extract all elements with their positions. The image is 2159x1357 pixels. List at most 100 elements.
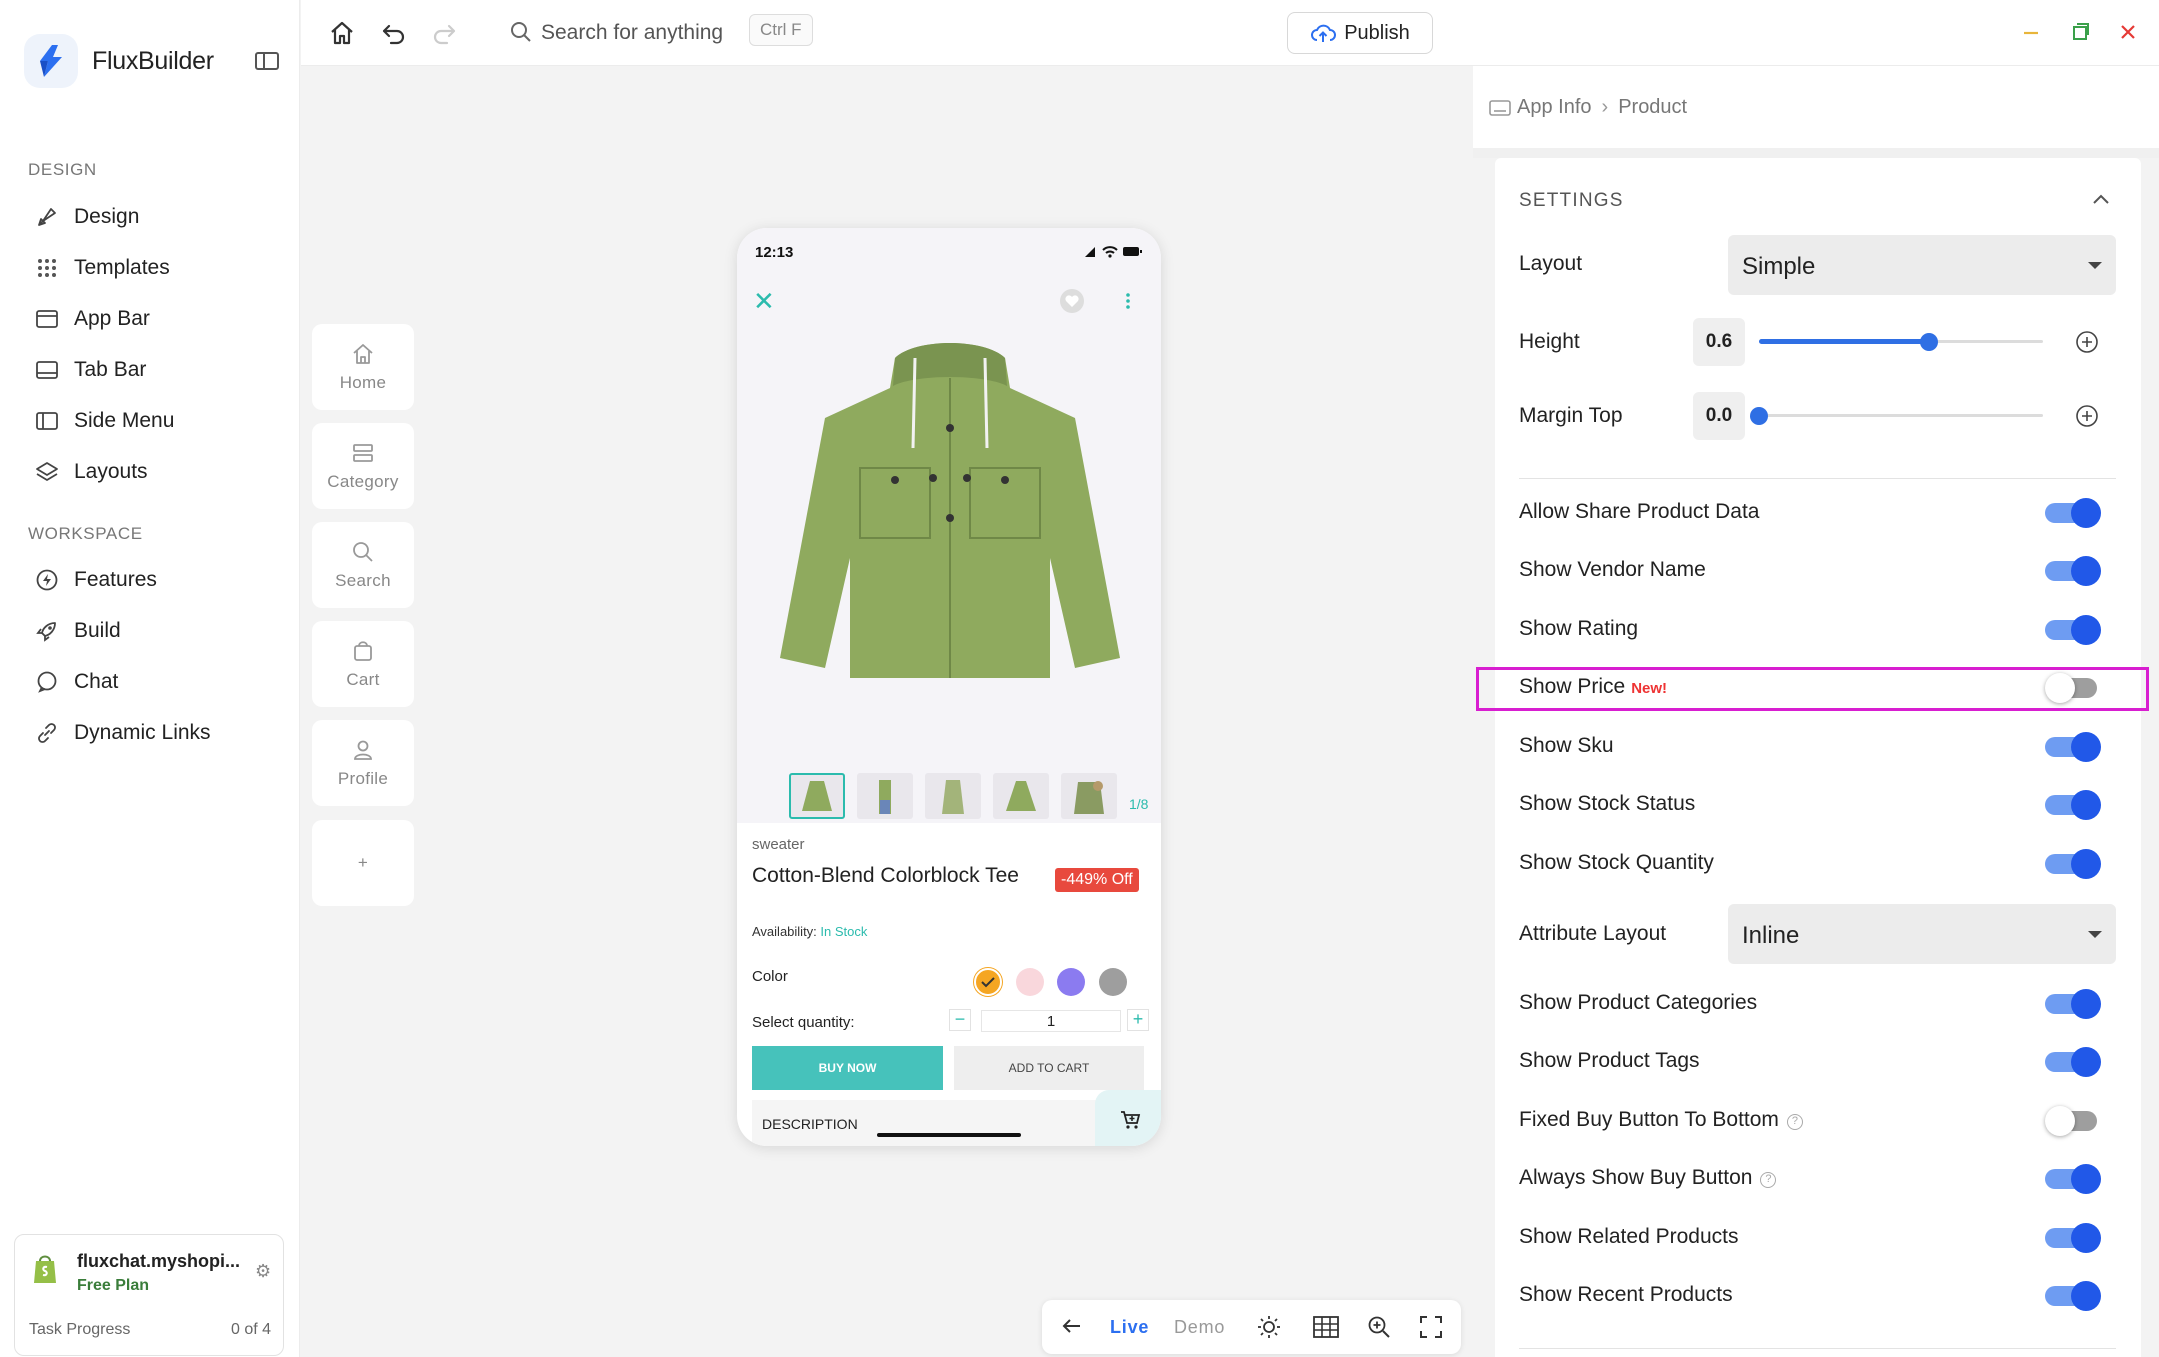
side-menu-icon [36,412,58,430]
slider-knob[interactable] [1920,333,1939,351]
sun-icon[interactable] [1256,1314,1282,1340]
grid-icon[interactable] [1312,1314,1340,1340]
bolt-icon [36,569,58,591]
cart-fab[interactable] [1095,1090,1161,1146]
gear-icon[interactable]: ⚙ [255,1261,271,1282]
screen-search[interactable]: Search [312,522,414,608]
toggle-show-product-tags[interactable] [2045,1045,2101,1079]
margin-top-value[interactable]: 0.0 [1693,392,1745,440]
nav-label: Chat [74,670,119,693]
thumbnail[interactable] [857,773,913,819]
nav-features[interactable]: Features [34,560,157,600]
more-vertical-icon[interactable] [1123,288,1133,314]
category-icon [353,444,373,462]
toggle-show-related-products[interactable] [2045,1221,2101,1255]
toggle-show-vendor-name[interactable] [2045,554,2101,588]
screen-label: Profile [337,769,389,788]
margin-top-label: Margin Top [1519,404,1623,427]
undo-icon[interactable] [379,18,409,48]
maximize-icon[interactable] [2066,18,2094,46]
publish-button[interactable]: Publish [1287,12,1433,54]
close-window-icon[interactable] [2114,18,2142,46]
nav-design[interactable]: Design [34,197,139,237]
description-header[interactable]: DESCRIPTION [752,1100,1144,1146]
thumbnail[interactable] [789,773,845,819]
height-value[interactable]: 0.6 [1693,318,1745,366]
color-swatch-gray[interactable] [1099,968,1127,996]
help-icon[interactable]: ? [1760,1172,1777,1188]
color-swatch-pink[interactable] [1016,968,1044,996]
layout-select[interactable]: Simple [1728,235,2116,295]
nav-templates[interactable]: Templates [34,248,170,288]
plus-circle-icon[interactable] [2075,330,2099,354]
toggle-show-stock-status[interactable] [2045,788,2101,822]
screen-cart[interactable]: Cart [312,621,414,707]
nav-dynamic-links[interactable]: Dynamic Links [34,713,211,753]
screen-label: Category [327,472,399,491]
thumbnail[interactable] [925,773,981,819]
redo-icon[interactable] [429,18,459,48]
arrow-left-icon[interactable] [1060,1314,1084,1338]
zoom-in-icon[interactable] [1366,1314,1392,1340]
left-sidebar: FluxBuilder DESIGN Design Templates App … [0,0,300,1357]
nav-tab-bar[interactable]: Tab Bar [34,350,146,390]
screen-category[interactable]: Category [312,423,414,509]
thumbnail[interactable] [1061,773,1117,819]
chat-icon [37,671,57,693]
screen-label: Home [339,373,387,392]
breadcrumb: App Info › Product [1489,96,1687,119]
heart-icon[interactable] [1059,288,1085,314]
chevron-up-icon[interactable] [2091,192,2111,206]
color-swatch-orange[interactable] [974,968,1002,996]
toggle-show-sku[interactable] [2045,730,2101,764]
store-card[interactable]: fluxchat.myshopi... Free Plan ⚙ Task Pro… [14,1234,284,1356]
top-bar: Ctrl F Publish [301,0,2159,66]
attribute-layout-select[interactable]: Inline [1728,904,2116,964]
color-swatch-purple[interactable] [1057,968,1085,996]
quantity-increase-button[interactable]: + [1127,1009,1149,1031]
toggle-show-price[interactable] [2045,671,2101,705]
minimize-icon[interactable] [2017,18,2045,46]
toggle-show-product-categories[interactable] [2045,987,2101,1021]
toggle-fixed-buy-button[interactable] [2045,1104,2101,1138]
nav-side-menu[interactable]: Side Menu [34,401,174,441]
toggle-label: Show Stock Quantity [1519,851,1714,874]
search-input[interactable] [541,16,751,50]
screen-profile[interactable]: Profile [312,720,414,806]
fullscreen-icon[interactable] [1418,1314,1444,1340]
layout-label: Layout [1519,252,1583,275]
toggle-show-stock-quantity[interactable] [2045,847,2101,881]
margin-top-slider[interactable] [1750,404,2043,428]
home-icon[interactable] [327,18,357,48]
breadcrumb-app-info[interactable]: App Info [1517,96,1592,119]
height-slider[interactable] [1759,330,2043,354]
demo-mode-button[interactable]: Demo [1174,1317,1225,1338]
nav-app-bar[interactable]: App Bar [34,299,150,339]
add-screen-button[interactable]: + [312,820,414,906]
quantity-field[interactable]: 1 [981,1010,1121,1032]
toggle-label: Show Product Tags [1519,1049,1700,1072]
nav-build[interactable]: Build [34,611,121,651]
screen-label: Cart [346,670,380,689]
help-icon[interactable]: ? [1786,1114,1803,1130]
toggle-label: Show Recent Products [1519,1283,1733,1306]
plus-circle-icon[interactable] [2075,404,2099,428]
home-indicator [877,1133,1021,1137]
live-mode-button[interactable]: Live [1110,1317,1149,1338]
toggle-show-recent-products[interactable] [2045,1279,2101,1313]
thumbnail[interactable] [993,773,1049,819]
slider-knob[interactable] [1750,407,1768,425]
toggle-show-rating[interactable] [2045,613,2101,647]
close-icon[interactable]: ✕ [753,286,775,317]
tab-bar-icon [36,361,58,379]
add-to-cart-button[interactable]: ADD TO CART [954,1046,1144,1090]
toggle-allow-share-product-data[interactable] [2045,496,2101,530]
nav-chat[interactable]: Chat [34,662,118,702]
nav-layouts[interactable]: Layouts [34,452,148,492]
product-name: Cotton-Blend Colorblock Tee [752,864,1019,887]
buy-now-button[interactable]: BUY NOW [752,1046,943,1090]
toggle-always-show-buy-button[interactable] [2045,1162,2101,1196]
sidebar-collapse-icon[interactable] [255,52,279,70]
screen-home[interactable]: Home [312,324,414,410]
quantity-decrease-button[interactable]: − [949,1009,971,1031]
